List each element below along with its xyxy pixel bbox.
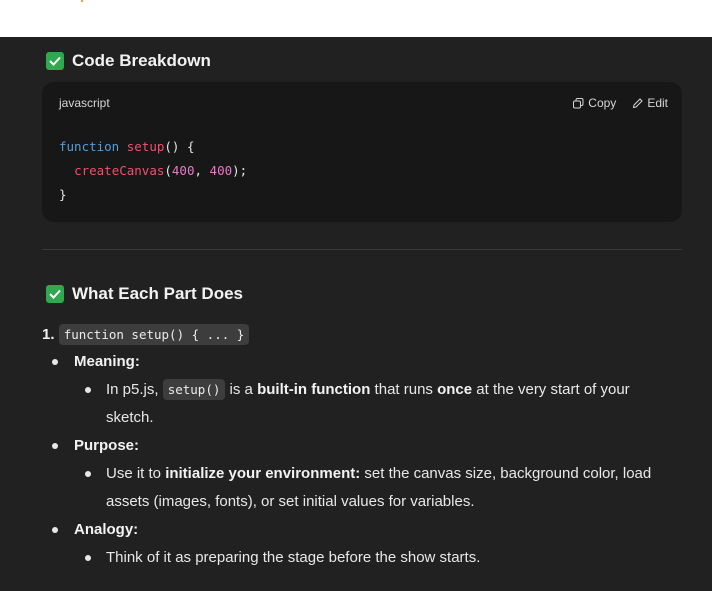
code-content: function setup() { createCanvas(400, 400… — [59, 135, 247, 207]
copy-button[interactable]: Copy — [573, 96, 616, 110]
bullet — [85, 387, 91, 393]
meaning-label: Meaning: — [74, 353, 140, 370]
code-language-label: javascript — [59, 96, 110, 110]
copy-label: Copy — [588, 96, 617, 110]
edit-label: Edit — [647, 96, 668, 110]
check-icon — [46, 285, 64, 303]
text: at the very start of your — [472, 381, 630, 398]
purpose-label: Purpose: — [74, 437, 139, 454]
code-block: javascript Copy Edit function setup() { … — [42, 82, 682, 222]
divider — [42, 249, 682, 250]
bullet — [85, 555, 91, 561]
inline-code: function setup() { ... } — [58, 324, 250, 345]
code-close-brace: } — [59, 187, 67, 202]
code-block-header: javascript Copy Edit — [59, 95, 668, 111]
list-item-1: 1. function setup() { ... } — [42, 324, 250, 345]
code-number-height: 400 — [209, 163, 233, 178]
bold-text: built-in function — [257, 381, 371, 398]
section-title: What Each Part Does — [72, 284, 243, 303]
section-title: Code Breakdown — [72, 51, 211, 70]
section-heading-code-breakdown: Code Breakdown — [46, 51, 211, 71]
copy-icon — [573, 97, 584, 109]
bullet — [52, 527, 58, 533]
list-number: 1. — [42, 326, 55, 343]
analogy-line-1: Think of it as preparing the stage befor… — [106, 549, 481, 566]
code-comma: , — [194, 163, 210, 178]
analogy-label-text: Analogy: — [74, 521, 139, 538]
meaning-label-text: Meaning: — [74, 353, 140, 370]
section-heading-what-each-part-does: What Each Part Does — [46, 284, 243, 304]
purpose-label-text: Purpose: — [74, 437, 140, 454]
text: Use it to — [106, 465, 166, 482]
purpose-line-1: Use it to initialize your environment: s… — [106, 465, 651, 482]
bold-text: once — [437, 381, 473, 398]
inline-code: setup() — [162, 379, 226, 400]
code-function-name: setup — [126, 139, 165, 154]
purpose-line-2: assets (images, fonts), or set initial v… — [106, 493, 475, 510]
bold-text: initialize your environment: — [165, 465, 361, 482]
text: In p5.js, — [106, 381, 163, 398]
code-keyword: function — [59, 139, 120, 154]
code-number-width: 400 — [171, 163, 195, 178]
bullet — [85, 471, 91, 477]
text: set the canvas size, background color, l… — [360, 465, 652, 482]
code-paren-open: ( — [164, 163, 172, 178]
bullet — [52, 443, 58, 449]
meaning-line-1: In p5.js, setup() is a built-in function… — [106, 379, 630, 400]
analogy-label: Analogy: — [74, 521, 138, 538]
code-actions: Copy Edit — [573, 96, 668, 110]
edit-icon — [632, 97, 644, 109]
top-bar-dot — [81, 0, 83, 2]
code-call-name: createCanvas — [74, 163, 165, 178]
code-signature: () { — [164, 139, 195, 154]
meaning-line-2: sketch. — [106, 409, 154, 426]
bullet — [52, 359, 58, 365]
code-paren-close: ); — [232, 163, 248, 178]
text: that runs — [370, 381, 438, 398]
top-bar — [0, 0, 712, 37]
check-icon — [46, 52, 64, 70]
edit-button[interactable]: Edit — [632, 96, 668, 110]
text: is a — [225, 381, 258, 398]
